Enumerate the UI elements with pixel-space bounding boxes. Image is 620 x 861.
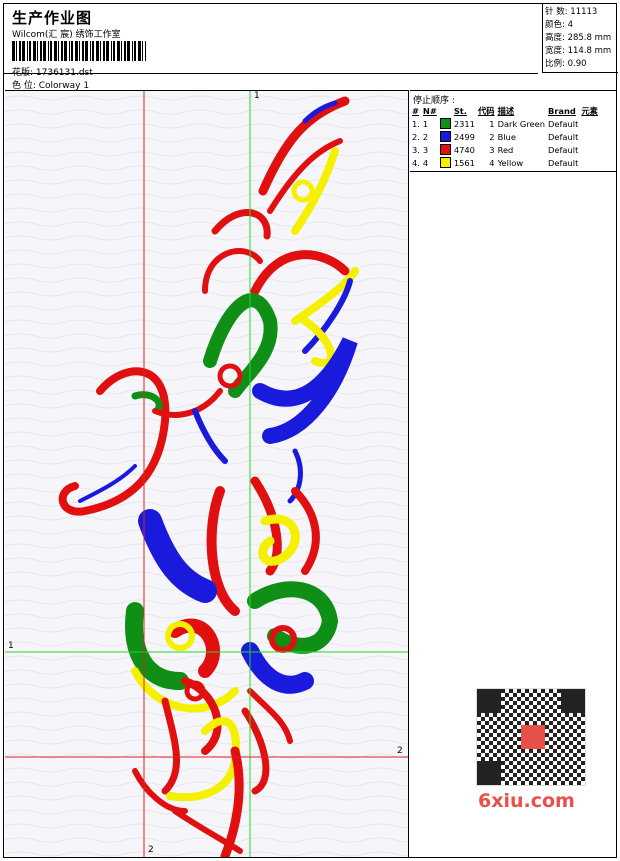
red-horizontal-marker: 2 <box>397 746 403 756</box>
col-code: 代码 <box>477 106 495 116</box>
col-index: # <box>412 106 419 116</box>
color-swatch <box>439 144 451 155</box>
col-brand: Brand <box>548 106 576 116</box>
page-title: 生产作业图 <box>12 9 93 27</box>
table-header-row: # N# St. 代码 描述 Brand 元素 <box>412 105 601 117</box>
table-row[interactable]: 1. 1 2311 1 Dark Green Default <box>412 117 601 130</box>
stat-height: 高度: 285.8 mm <box>545 33 612 43</box>
production-sheet: 生产作业图 Wilcom(汇 宸) 绣饰工作室 花版: 1736131.dst … <box>3 3 618 858</box>
embroidery-design-image <box>5 91 408 857</box>
qr-code-icon <box>476 688 586 786</box>
stat-scale: 比例: 0.90 <box>545 59 587 69</box>
col-description: 描述 <box>497 106 515 116</box>
color-swatch <box>439 157 451 168</box>
col-element: 元素 <box>581 106 598 116</box>
col-stitches: St. <box>453 106 467 116</box>
stat-width: 宽度: 114.8 mm <box>545 46 612 56</box>
col-swatch <box>440 105 454 117</box>
header: 生产作业图 Wilcom(汇 宸) 绣饰工作室 花版: 1736131.dst … <box>8 7 538 91</box>
stat-stitches: 针 数: 11113 <box>545 7 598 17</box>
watermark-logo: 6xiu.com <box>478 790 575 812</box>
header-divider <box>4 73 538 74</box>
stats-panel: 针 数: 11113 颜色: 4 高度: 285.8 mm 宽度: 114.8 … <box>542 4 618 73</box>
color-swatch <box>439 118 451 129</box>
col-number: N# <box>422 106 437 116</box>
red-vertical-marker: 2 <box>148 845 154 855</box>
color-swatch <box>439 131 451 142</box>
barcode-image <box>12 41 146 61</box>
design-file-label: 花版: 1736131.dst <box>12 68 93 78</box>
stop-sequence-panel: 停止顺序 : # N# St. 代码 描述 Brand 元素 1. 1 2311… <box>410 90 617 172</box>
table-row[interactable]: 2. 2 2499 2 Blue Default <box>412 130 601 143</box>
table-row[interactable]: 4. 4 1561 4 Yellow Default <box>412 156 601 169</box>
embroidery-design-area[interactable]: 1 1 2 2 <box>5 90 409 857</box>
table-row[interactable]: 3. 3 4740 3 Red Default <box>412 143 601 156</box>
green-horizontal-marker: 1 <box>8 641 14 651</box>
stop-sequence-table: # N# St. 代码 描述 Brand 元素 1. 1 2311 1 Dark… <box>412 105 601 169</box>
studio-name: Wilcom(汇 宸) 绣饰工作室 <box>12 30 121 40</box>
green-vertical-marker: 1 <box>254 91 260 101</box>
stat-colors: 颜色: 4 <box>545 20 573 30</box>
